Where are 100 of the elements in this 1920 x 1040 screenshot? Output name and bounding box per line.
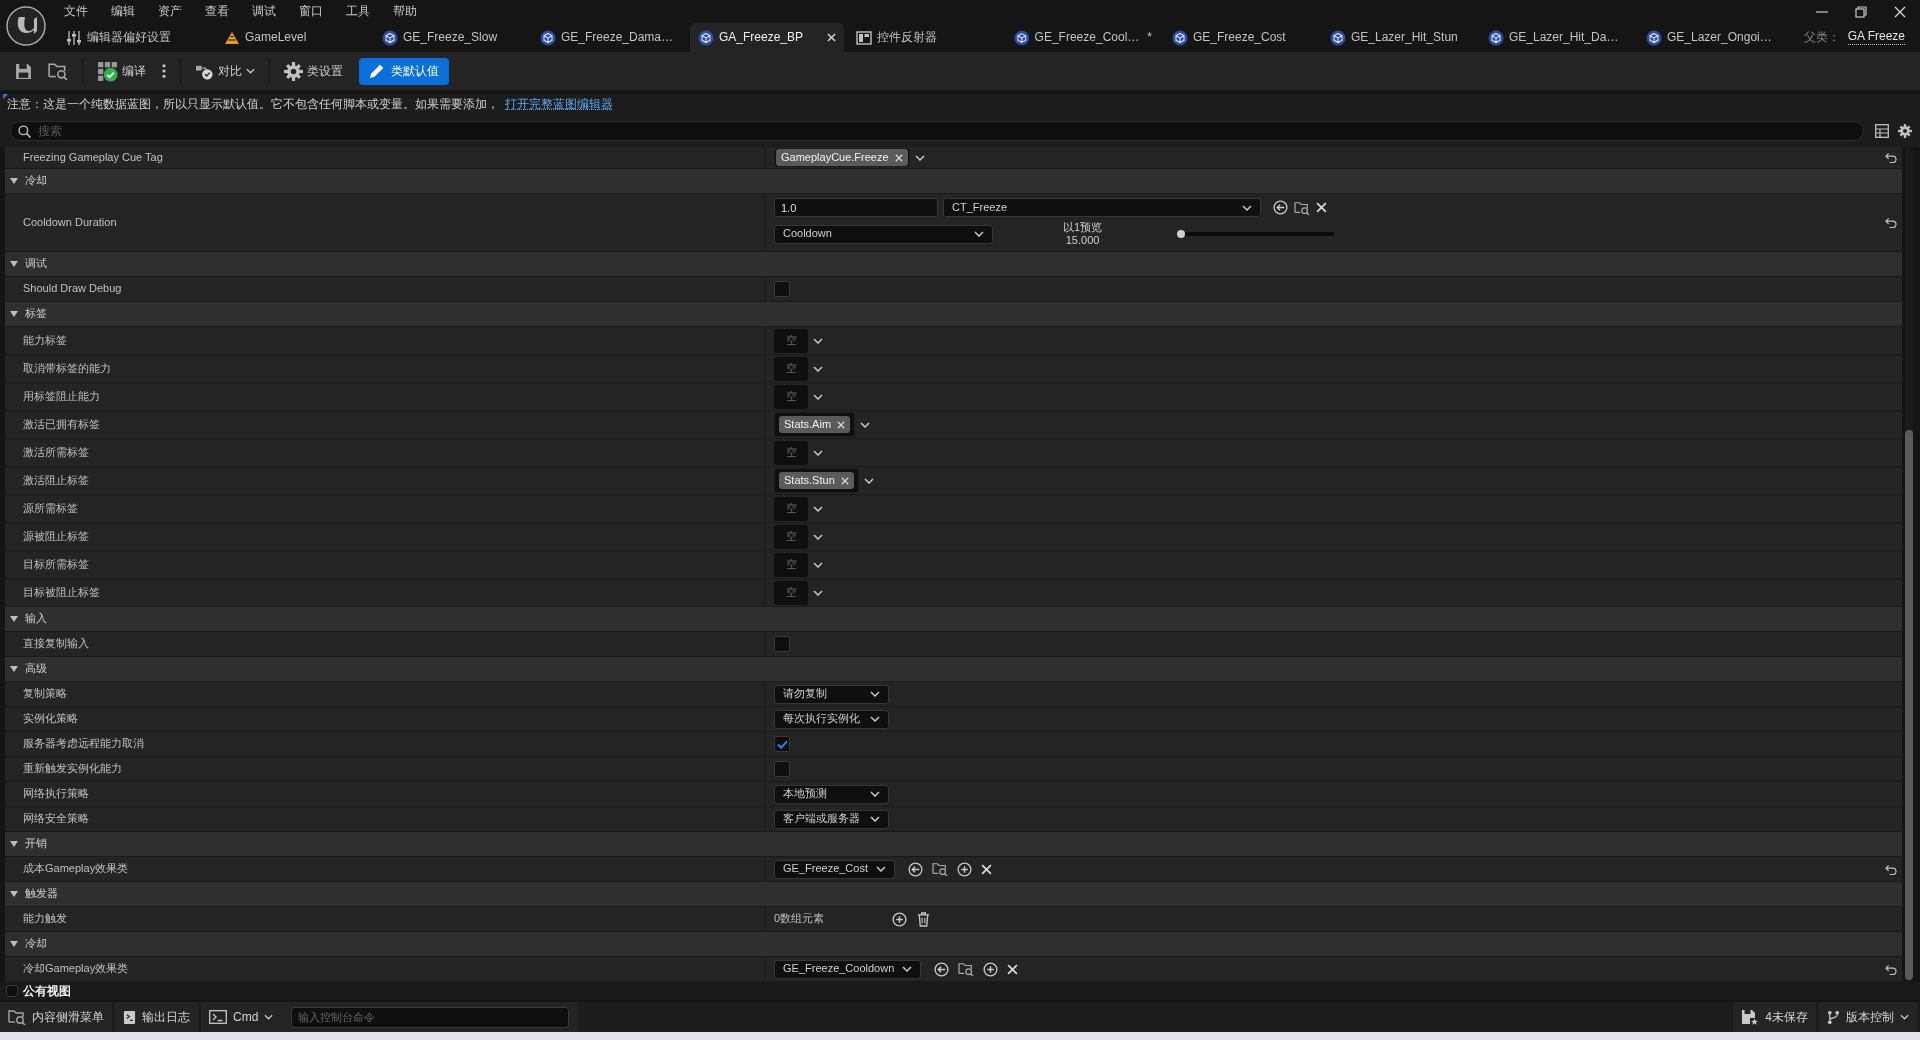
- menu-item[interactable]: 调试: [240, 0, 287, 23]
- dropdown[interactable]: 本地预测: [774, 784, 889, 804]
- chevron-down-icon[interactable]: [860, 421, 871, 428]
- caret-down-icon[interactable]: [10, 891, 18, 897]
- caret-down-icon[interactable]: [10, 941, 18, 947]
- tab[interactable]: GE_Freeze_Dama…: [532, 23, 686, 52]
- folder-search-icon[interactable]: [932, 862, 948, 876]
- chevron-down-icon[interactable]: [813, 561, 823, 568]
- chevron-down-icon[interactable]: [813, 449, 823, 456]
- checkbox[interactable]: [774, 281, 790, 297]
- unsaved-button[interactable]: 4未保存: [1733, 1002, 1816, 1032]
- restore-icon[interactable]: [1855, 5, 1867, 18]
- menu-item[interactable]: 资产: [146, 0, 193, 23]
- x-icon[interactable]: [894, 153, 903, 162]
- class-defaults-button[interactable]: 类默认值: [359, 57, 449, 85]
- tab[interactable]: 编辑器偏好设置: [58, 23, 212, 52]
- checkbox[interactable]: [6, 985, 18, 997]
- category-title: 触发器: [25, 887, 58, 901]
- property-label: 激活所需标签: [23, 445, 89, 460]
- console-input[interactable]: 输入控制台命令: [291, 1006, 570, 1028]
- x-icon[interactable]: [1007, 963, 1019, 975]
- tab[interactable]: GE_Freeze_Cost: [1164, 23, 1318, 52]
- checkbox[interactable]: [774, 636, 790, 652]
- caret-down-icon[interactable]: [10, 616, 18, 622]
- search-field[interactable]: 搜索: [10, 121, 1864, 141]
- chevron-down-icon[interactable]: [813, 505, 823, 512]
- folder-search-icon[interactable]: [1294, 200, 1310, 215]
- class-settings-button[interactable]: 类设置: [284, 57, 343, 85]
- number-field[interactable]: 1.0: [774, 198, 938, 218]
- diff-button[interactable]: 对比: [195, 57, 255, 85]
- tab[interactable]: GE_Freeze_Cool… *: [1006, 23, 1160, 52]
- arrow-left-circle-icon[interactable]: [1273, 200, 1288, 216]
- cmd-button[interactable]: Cmd: [209, 1009, 274, 1025]
- minimize-icon[interactable]: [1816, 10, 1828, 13]
- tab[interactable]: GA_Freeze_BP: [690, 23, 844, 52]
- parent-class-link[interactable]: GA Freeze: [1847, 30, 1905, 45]
- chevron-down-icon[interactable]: [813, 533, 823, 540]
- menu-item[interactable]: 帮助: [381, 0, 428, 23]
- open-editor-link[interactable]: 打开完整蓝图编辑器: [505, 97, 613, 112]
- tab[interactable]: 控件反射器: [848, 23, 1002, 52]
- content-drawer-button[interactable]: 内容侧滑菜单: [0, 1002, 112, 1032]
- tab[interactable]: GE_Lazer_Ongoi…: [1638, 23, 1792, 52]
- compile-button[interactable]: 编译: [97, 57, 146, 85]
- chevron-down-icon[interactable]: [813, 365, 823, 372]
- x-icon[interactable]: [837, 420, 846, 429]
- menu-item[interactable]: 编辑: [99, 0, 146, 23]
- arrow-left-circle-icon[interactable]: [934, 961, 950, 977]
- close-icon[interactable]: [1894, 5, 1906, 18]
- chevron-down-icon[interactable]: [813, 337, 823, 344]
- checkbox[interactable]: [774, 761, 790, 777]
- source-control-button[interactable]: 版本控制: [1819, 1002, 1917, 1032]
- class-dropdown[interactable]: GE_Freeze_Cost: [774, 859, 895, 879]
- arrow-left-circle-icon[interactable]: [908, 861, 923, 877]
- x-icon[interactable]: [1316, 202, 1327, 214]
- more-icon[interactable]: [162, 64, 166, 78]
- dropdown[interactable]: 每次执行实例化: [774, 709, 889, 729]
- tab[interactable]: GE_Lazer_Hit_Da…: [1480, 23, 1634, 52]
- x-icon[interactable]: [840, 476, 849, 485]
- checkbox[interactable]: [774, 736, 790, 752]
- folder-search-icon[interactable]: [958, 962, 975, 976]
- chevron-down-icon[interactable]: [813, 589, 823, 596]
- chevron-down-icon[interactable]: [813, 393, 823, 400]
- caret-down-icon[interactable]: [10, 311, 18, 317]
- plus-circle-icon[interactable]: [957, 861, 972, 877]
- output-log-button[interactable]: 输出日志: [115, 1002, 198, 1032]
- x-icon[interactable]: [827, 33, 836, 42]
- caret-down-icon[interactable]: [10, 841, 18, 847]
- curve-row-dropdown[interactable]: Cooldown: [774, 224, 993, 244]
- menu-item[interactable]: 工具: [334, 0, 381, 23]
- menu-item[interactable]: 文件: [52, 0, 99, 23]
- plus-circle-icon[interactable]: [892, 911, 908, 927]
- chevron-down-icon[interactable]: [863, 477, 874, 484]
- caret-down-icon[interactable]: [10, 261, 18, 267]
- dropdown[interactable]: 请勿复制: [774, 684, 889, 704]
- menu-item[interactable]: 窗口: [287, 0, 334, 23]
- folder-search-icon[interactable]: [48, 62, 68, 80]
- slider-track[interactable]: [1177, 230, 1335, 238]
- caret-down-icon[interactable]: [10, 666, 18, 672]
- undo-arrow-icon[interactable]: [1883, 863, 1897, 875]
- undo-arrow-icon[interactable]: [1883, 217, 1897, 228]
- settings-icon[interactable]: [1898, 124, 1912, 138]
- scrollbar-thumb[interactable]: [1905, 430, 1913, 980]
- undo-arrow-icon[interactable]: [1883, 963, 1897, 975]
- curve-table-dropdown[interactable]: CT_Freeze: [943, 198, 1261, 218]
- engine-logo-icon[interactable]: [6, 6, 46, 46]
- save-icon[interactable]: [15, 62, 32, 80]
- slider-thumb[interactable]: [1177, 230, 1186, 238]
- table-icon[interactable]: [1875, 124, 1889, 138]
- chevron-down-icon[interactable]: [914, 154, 925, 161]
- plus-circle-icon[interactable]: [983, 961, 999, 977]
- dropdown[interactable]: 客户端或服务器: [774, 809, 889, 829]
- trash-icon[interactable]: [917, 911, 931, 927]
- x-icon[interactable]: [981, 863, 992, 875]
- tab[interactable]: GE_Lazer_Hit_Stun: [1322, 23, 1476, 52]
- class-dropdown[interactable]: GE_Freeze_Cooldown: [774, 959, 922, 979]
- tab[interactable]: GE_Freeze_Slow: [374, 23, 528, 52]
- undo-arrow-icon[interactable]: [1883, 152, 1897, 163]
- caret-down-icon[interactable]: [10, 178, 18, 184]
- tab[interactable]: GameLevel: [216, 23, 370, 52]
- menu-item[interactable]: 查看: [193, 0, 240, 23]
